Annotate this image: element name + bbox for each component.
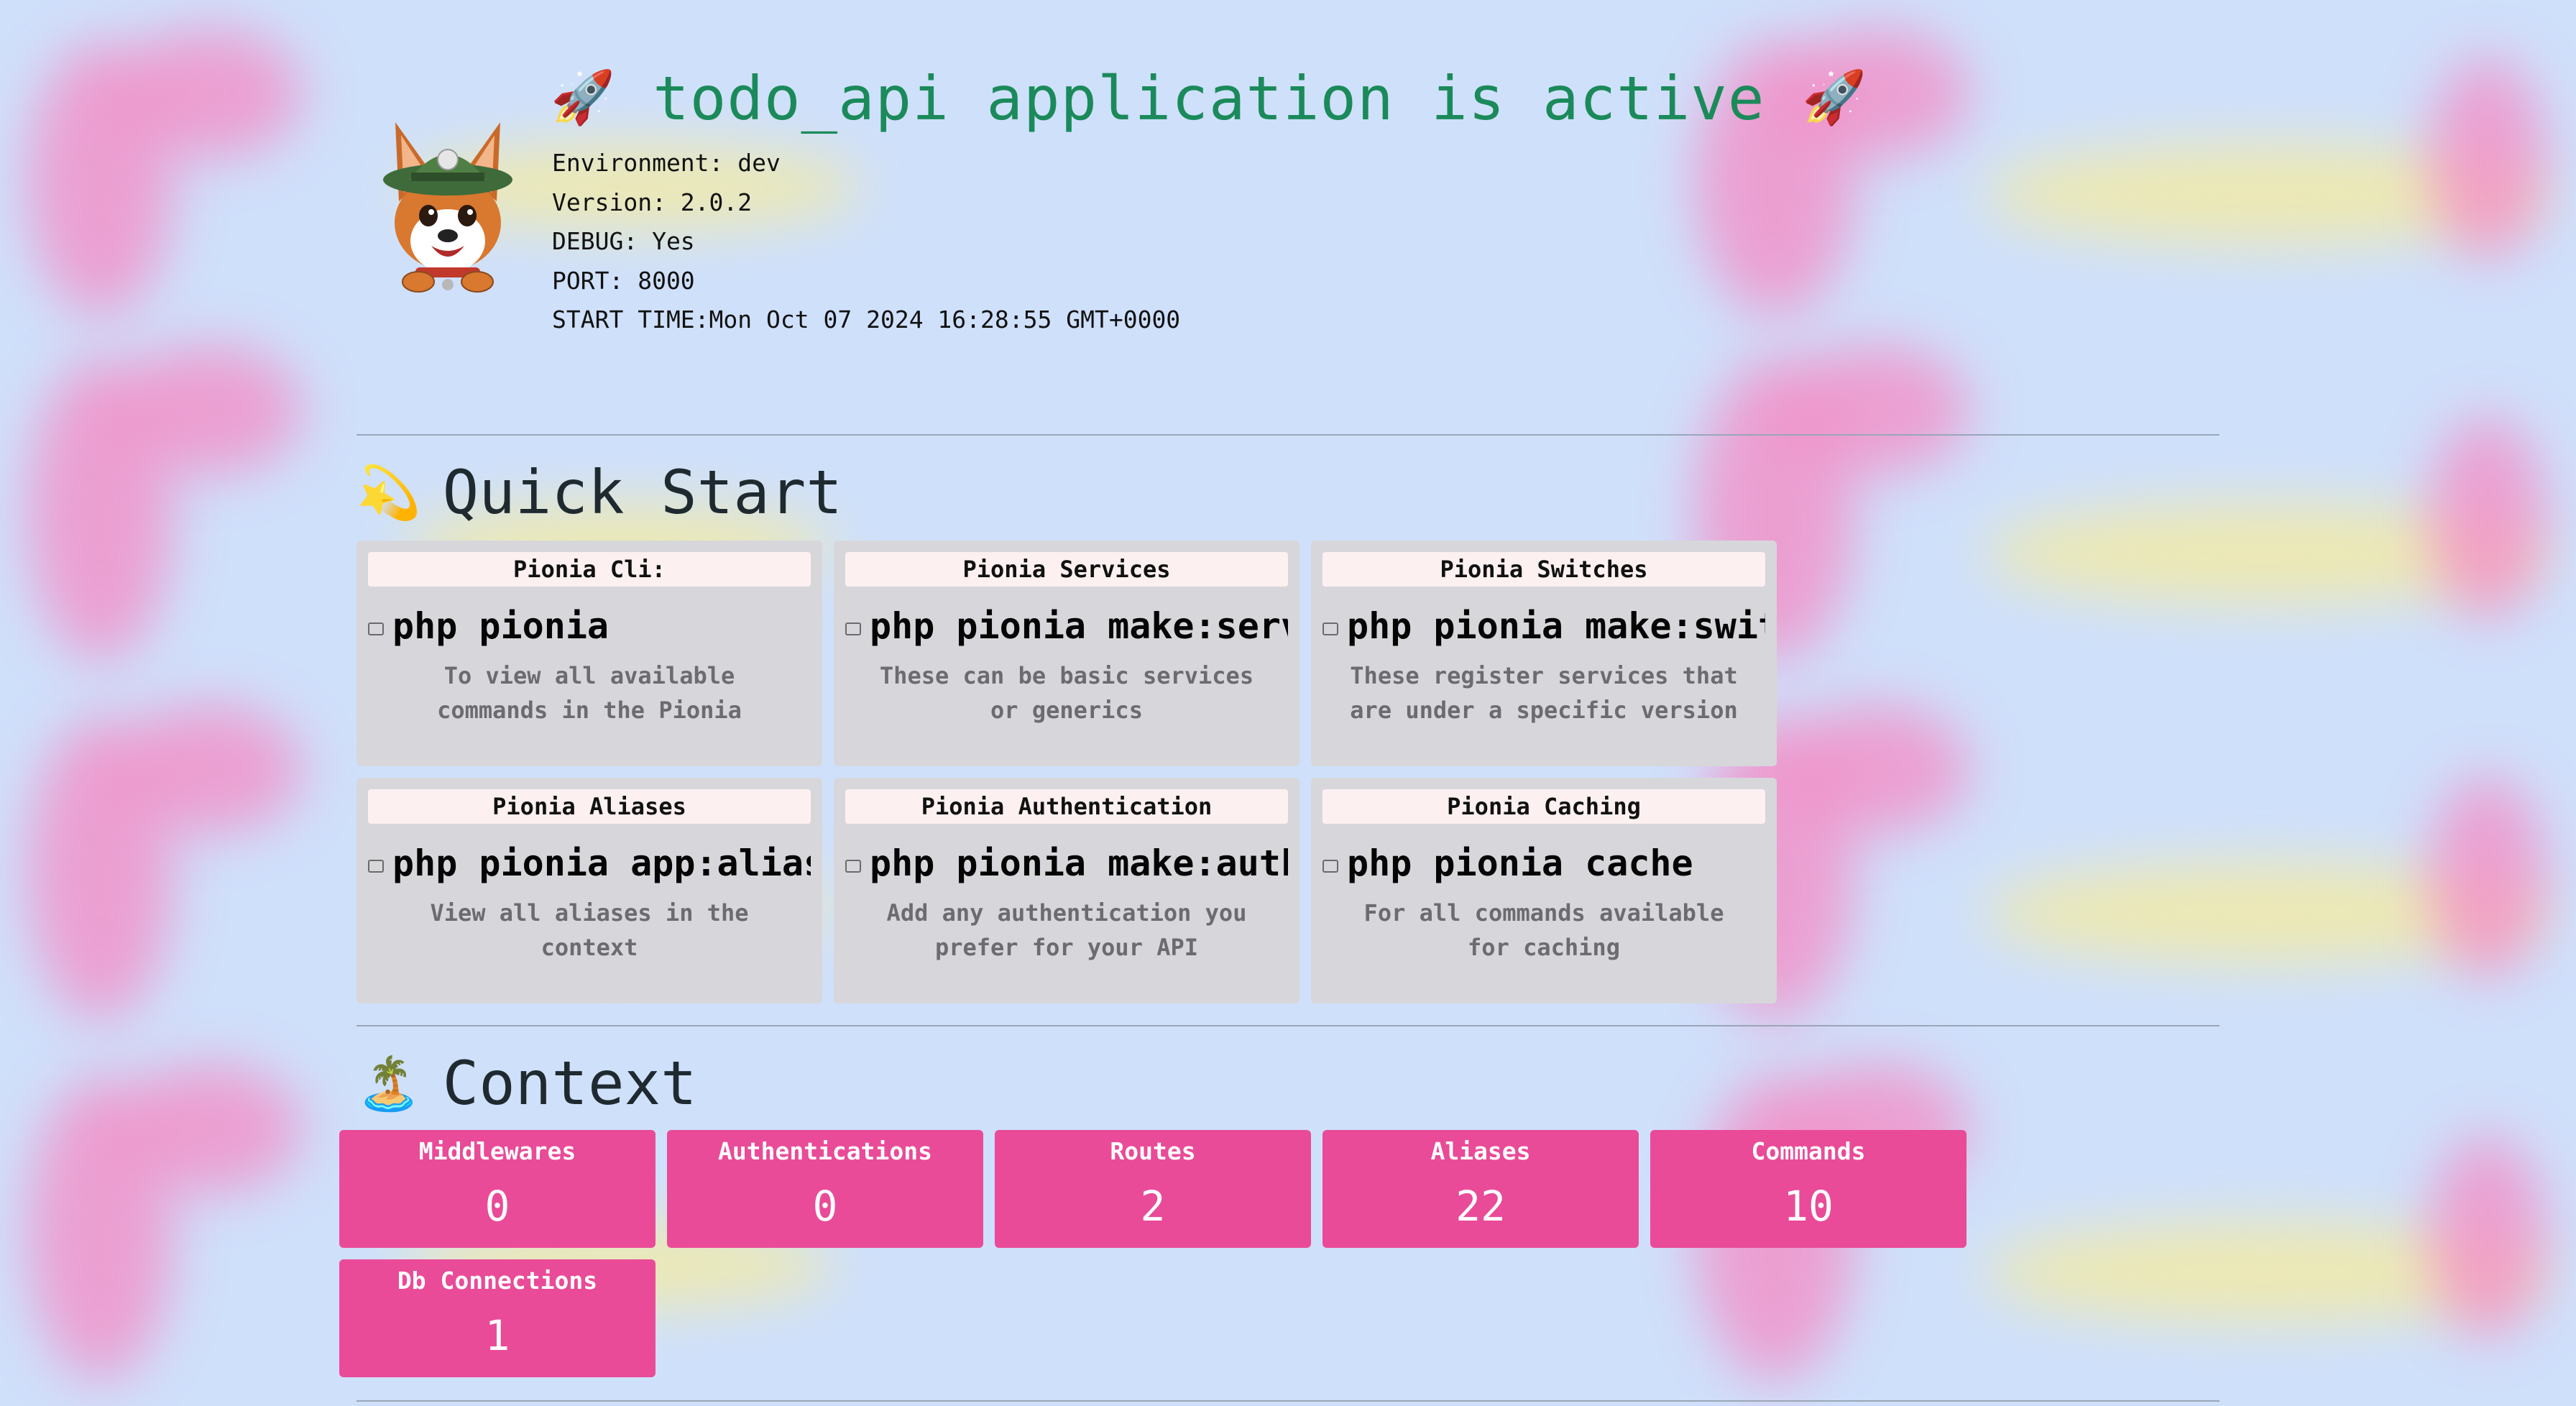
stat-label: Db Connections (397, 1267, 598, 1295)
stat-card-aliases: Aliases 22 (1322, 1130, 1639, 1248)
command-text[interactable]: php pionia app:alias (368, 842, 811, 884)
start-time-line: START TIME:Mon Oct 07 2024 16:28:55 GMT+… (552, 305, 1181, 334)
stat-value: 0 (812, 1182, 838, 1231)
quick-start-card-caching: Pionia Caching php pionia cache For all … (1311, 778, 1777, 1003)
context-heading: 🏝️ Context (356, 1048, 697, 1118)
quick-start-grid: Pionia Cli: php pionia To view all avail… (356, 541, 1777, 1003)
card-description: These can be basic services or generics (879, 662, 1254, 724)
stat-value: 2 (1140, 1182, 1166, 1231)
card-label: Pionia Services (845, 552, 1288, 587)
dashboard-page: 🚀 todo_api application is active 🚀 Envir… (0, 0, 2576, 1406)
stat-label: Middlewares (418, 1137, 576, 1165)
stat-label: Routes (1110, 1137, 1196, 1165)
quick-start-card-aliases: Pionia Aliases php pionia app:alias View… (356, 778, 822, 1003)
terminal-icon (845, 622, 861, 635)
card-description: To view all available commands in the Pi… (437, 662, 742, 724)
port-line: PORT: 8000 (552, 266, 695, 295)
environment-info: Environment: dev Version: 2.0.2 DEBUG: Y… (552, 144, 1180, 340)
terminal-icon (1322, 860, 1338, 873)
terminal-icon (845, 860, 861, 873)
context-stats-grid: Middlewares 0 Authentications 0 Routes 2… (339, 1130, 1966, 1377)
card-description: Add any authentication you prefer for yo… (886, 899, 1247, 961)
stat-value: 1 (484, 1311, 510, 1360)
quick-start-card-cli: Pionia Cli: php pionia To view all avail… (356, 541, 822, 766)
stat-card-commands: Commands 10 (1650, 1130, 1966, 1248)
command-text[interactable]: php pionia make:serv (845, 605, 1288, 647)
stat-label: Authentications (717, 1137, 932, 1165)
section-divider (356, 1400, 2220, 1402)
card-label: Pionia Authentication (845, 789, 1288, 824)
dog-mascot-logo (383, 122, 512, 293)
stat-label: Commands (1751, 1137, 1866, 1165)
card-label: Pionia Cli: (368, 552, 811, 587)
card-description: For all commands available for caching (1363, 899, 1724, 961)
terminal-icon (368, 860, 384, 873)
island-icon: 🏝️ (356, 1053, 421, 1113)
card-label: Pionia Switches (1322, 552, 1765, 587)
rocket-icon: 🚀 (1801, 67, 1867, 127)
terminal-icon (368, 622, 384, 635)
debug-line: DEBUG: Yes (552, 227, 695, 255)
quick-start-card-switches: Pionia Switches php pionia make:swit The… (1311, 541, 1777, 766)
stat-card-routes: Routes 2 (995, 1130, 1311, 1248)
dizzy-star-icon: 💫 (356, 462, 421, 523)
card-description: These register services that are under a… (1350, 662, 1738, 724)
command-text[interactable]: php pionia make:swit (1322, 605, 1765, 647)
stat-value: 0 (484, 1182, 510, 1231)
rocket-icon: 🚀 (551, 67, 616, 127)
stat-card-middlewares: Middlewares 0 (339, 1130, 656, 1248)
stat-label: Aliases (1430, 1137, 1531, 1165)
card-label: Pionia Aliases (368, 789, 811, 824)
stat-card-db-connections: Db Connections 1 (339, 1259, 656, 1377)
terminal-icon (1322, 622, 1338, 635)
card-description: View all aliases in the context (430, 899, 749, 961)
command-text[interactable]: php pionia make:auth (845, 842, 1288, 884)
stat-value: 10 (1783, 1182, 1834, 1231)
environment-line: Environment: dev (552, 149, 781, 177)
stat-card-authentications: Authentications 0 (667, 1130, 983, 1248)
quick-start-card-services: Pionia Services php pionia make:serv The… (834, 541, 1300, 766)
section-divider (356, 1025, 2220, 1026)
stat-value: 22 (1455, 1182, 1506, 1231)
command-text[interactable]: php pionia cache (1322, 842, 1765, 884)
card-label: Pionia Caching (1322, 789, 1765, 824)
page-title: 🚀 todo_api application is active 🚀 (551, 63, 1867, 134)
version-line: Version: 2.0.2 (552, 188, 753, 216)
app-status-title: todo_api application is active (653, 63, 1765, 134)
quick-start-card-authentication: Pionia Authentication php pionia make:au… (834, 778, 1300, 1003)
command-text[interactable]: php pionia (368, 605, 811, 647)
quick-start-heading: 💫 Quick Start (356, 457, 842, 528)
section-divider (356, 434, 2220, 436)
